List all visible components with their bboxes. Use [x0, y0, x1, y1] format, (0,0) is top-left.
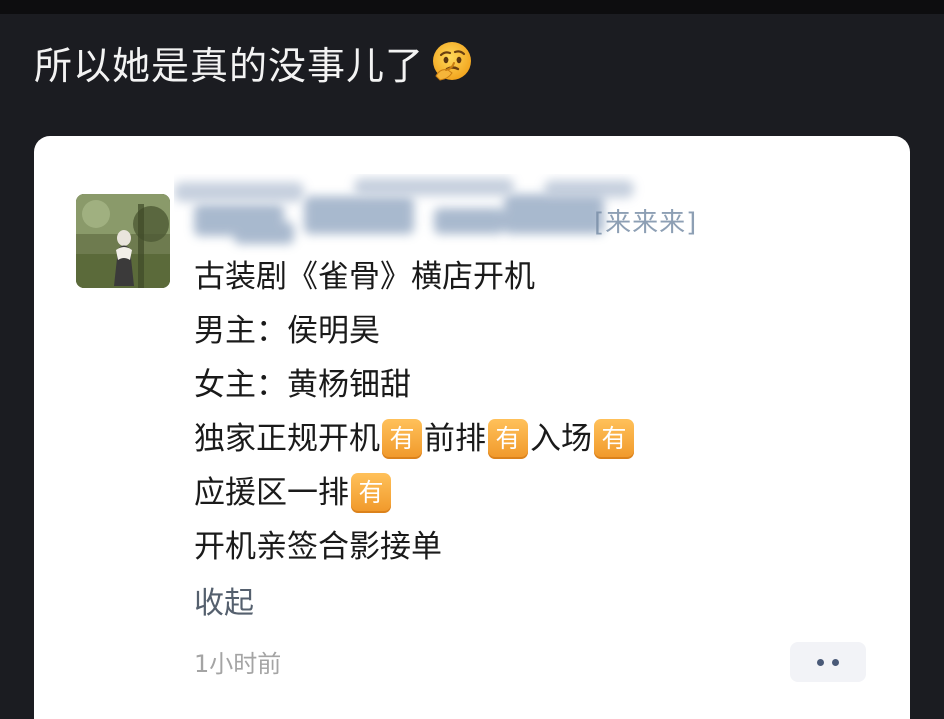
post-line-title: 古装剧《雀骨》横店开机: [194, 250, 636, 304]
headline-text: 所以她是真的没事儿了: [34, 43, 425, 88]
post-card: [来来来] 古装剧《雀骨》横店开机 男主：侯明昊 女主：黄杨钿甜 独家正规开机 …: [34, 136, 910, 719]
post-timestamp: 1小时前: [194, 650, 282, 678]
you-badge-icon: 有: [351, 473, 391, 513]
post-line-text: 男主：侯明昊: [194, 313, 380, 349]
collapse-link[interactable]: 收起: [194, 582, 254, 626]
more-dots-icon: [817, 658, 824, 666]
post-line-text: 古装剧《雀骨》横店开机: [194, 259, 535, 295]
you-badge-icon: 有: [382, 419, 422, 459]
you-badge-icon: 有: [488, 419, 528, 459]
you-badge-icon: 有: [594, 419, 634, 459]
post-body: 古装剧《雀骨》横店开机 男主：侯明昊 女主：黄杨钿甜 独家正规开机 有 前排 有…: [194, 250, 636, 574]
post-line-text: 开机亲签合影接单: [194, 529, 442, 565]
post-line-support-area: 应援区一排 有: [194, 466, 636, 520]
headline: 所以她是真的没事儿了: [34, 34, 474, 90]
post-line-female-lead: 女主：黄杨钿甜: [194, 358, 636, 412]
thinking-face-icon: [430, 40, 474, 84]
post-line-orders: 开机亲签合影接单: [194, 520, 636, 574]
post-line-male-lead: 男主：侯明昊: [194, 304, 636, 358]
top-edge-strip: [0, 0, 944, 14]
more-dots-icon: [832, 658, 839, 666]
post-line-segment: 前排: [424, 421, 486, 457]
post-line-segment: 应援区一排: [194, 475, 349, 511]
post-line-segment: 入场: [530, 421, 592, 457]
post-line-exclusive: 独家正规开机 有 前排 有 入场 有: [194, 412, 636, 466]
post-line-text: 女主：黄杨钿甜: [194, 367, 411, 403]
more-options-button[interactable]: [790, 642, 866, 682]
avatar[interactable]: [76, 194, 170, 288]
post-line-segment: 独家正规开机: [194, 421, 380, 457]
author-name-suffix: [来来来]: [594, 208, 698, 238]
